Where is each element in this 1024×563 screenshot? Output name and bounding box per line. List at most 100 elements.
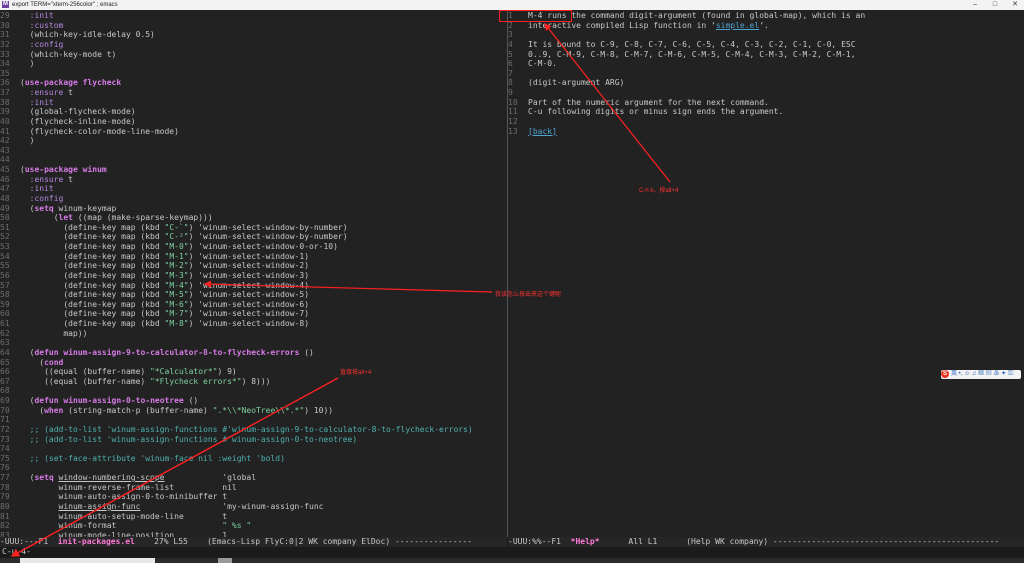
code-line[interactable]: 52 (define-key map (kbd "C-²") 'winum-se… (0, 232, 473, 242)
code-line[interactable]: 70 (when (string-match-p (buffer-name) "… (0, 406, 473, 416)
code-token: () (299, 347, 314, 357)
line-number: 13 (508, 126, 518, 136)
help-link[interactable]: simple.el (716, 21, 759, 30)
code-line[interactable]: 30 :custom (0, 21, 473, 31)
editor-pane-left[interactable]: 29 :init 30 :custom 31 (which-key-idle-del… (0, 10, 507, 537)
help-line[interactable]: 13 [back] (508, 127, 865, 137)
code-token: "M-7" (164, 309, 189, 319)
code-line[interactable]: 40 (flycheck-inline-mode) (0, 117, 473, 127)
help-line[interactable]: 6 C-M-0. (508, 59, 865, 69)
code-token: winum-keymap (53, 203, 117, 213)
maximize-button[interactable]: □ (988, 0, 1002, 10)
code-line[interactable]: 39 (global-flycheck-mode) (0, 107, 473, 117)
help-lines[interactable]: 1 M-4 runs the command digit-argument (fo… (508, 11, 865, 136)
code-line[interactable]: 51 (define-key map (kbd "C-`") 'winum-se… (0, 223, 473, 233)
code-line[interactable]: 29 :init (0, 11, 473, 21)
code-line[interactable]: 76 (0, 463, 473, 473)
line-number: 82 (0, 521, 10, 531)
code-line[interactable]: 33 (which-key-mode t) (0, 50, 473, 60)
code-line[interactable]: 60 (define-key map (kbd "M-7") 'winum-se… (0, 309, 473, 319)
code-token: ) (20, 136, 35, 146)
help-link[interactable]: [back] (528, 127, 557, 136)
code-token: ( (20, 347, 35, 357)
code-line[interactable]: 65 (cond (0, 358, 473, 368)
code-line[interactable]: 47 :init (0, 184, 473, 194)
line-number: 61 (0, 319, 10, 328)
code-line[interactable]: 53 (define-key map (kbd "M-0") 'winum-se… (0, 242, 473, 252)
help-line[interactable]: 12 (508, 117, 865, 127)
code-line[interactable]: 74 (0, 444, 473, 454)
code-line[interactable]: 71 (0, 415, 473, 425)
code-line[interactable]: 61 (define-key map (kbd "M-8") 'winum-se… (0, 319, 473, 329)
code-line[interactable]: 68 (0, 386, 473, 396)
line-number: 74 (0, 444, 10, 454)
help-line[interactable]: 8 (digit-argument ARG) (508, 78, 865, 88)
code-line[interactable]: 77 (setq window-numbering-scope 'global (0, 473, 473, 483)
help-line[interactable]: 10 Part of the numeric argument for the n… (508, 98, 865, 108)
code-line[interactable]: 63 (0, 338, 473, 348)
code-line[interactable]: 64 (defun winum-assign-9-to-calculator-8… (0, 348, 473, 358)
line-number: 35 (0, 68, 10, 78)
code-token: ) 'winum-select-window-by-number) (188, 222, 348, 232)
line-number: 60 (0, 309, 10, 319)
code-line[interactable]: 81 winum-auto-setup-mode-line t (0, 512, 473, 522)
code-line[interactable]: 34 ) (0, 59, 473, 69)
code-line[interactable]: 73 ;; (add-to-list 'winum-assign-functio… (0, 435, 473, 445)
line-number: 50 (0, 213, 10, 223)
code-line[interactable]: 43 (0, 146, 473, 156)
code-line[interactable]: 54 (define-key map (kbd "M-1") 'winum-se… (0, 252, 473, 262)
code-line[interactable]: 80 winum-assign-func 'my-winum-assign-fu… (0, 502, 473, 512)
code-line[interactable]: 56 (define-key map (kbd "M-3") 'winum-se… (0, 271, 473, 281)
line-number: 77 (0, 473, 10, 482)
code-line[interactable]: 50 (let ((map (make-sparse-keymap))) (0, 213, 473, 223)
code-line[interactable]: 37 :ensure t (0, 88, 473, 98)
help-line[interactable]: 5 0..9, C-M-9, C-M-8, C-M-7, C-M-6, C-M-5… (508, 50, 865, 60)
code-line[interactable]: 59 (define-key map (kbd "M-6") 'winum-se… (0, 300, 473, 310)
code-line[interactable]: 36 (use-package flycheck (0, 78, 473, 88)
close-button[interactable]: ✕ (1008, 0, 1022, 10)
ime-logo-icon[interactable]: S (941, 370, 949, 378)
code-line[interactable]: 79 winum-auto-assign-0-to-minibuffer t (0, 492, 473, 502)
help-line[interactable]: 3 (508, 30, 865, 40)
code-line[interactable]: 38 :init (0, 98, 473, 108)
taskbar-segment (20, 558, 155, 563)
help-line[interactable]: 4 It is bound to C-9, C-8, C-7, C-6, C-5,… (508, 40, 865, 50)
code-line[interactable]: 48 :config (0, 194, 473, 204)
code-token: "M-6" (164, 299, 189, 309)
ime-toolbar[interactable]: S英 •, ☺ ♫ ▦ ▤ ♨ ✦ ▥ (941, 370, 1021, 379)
line-number: 33 (0, 49, 10, 59)
ime-toolbar-label[interactable]: 英 •, ☺ ♫ ▦ ▤ ♨ ✦ ▥ (951, 371, 1014, 377)
code-line[interactable]: 42 ) (0, 136, 473, 146)
code-line[interactable]: 35 (0, 69, 473, 79)
code-line[interactable]: 78 winum-reverse-frame-list nil (0, 483, 473, 493)
annotation-middle: 我该怎么按出来这个键呢 (495, 292, 562, 298)
modeline-left-buffer: init-packages.el (57, 537, 135, 546)
code-line[interactable]: 31 (which-key-idle-delay 0.5) (0, 30, 473, 40)
code-line[interactable]: 75 ;; (set-face-attribute 'winum-face ni… (0, 454, 473, 464)
code-line[interactable]: 66 ((equal (buffer-name) "*Calculator*")… (0, 367, 473, 377)
code-line[interactable]: 44 (0, 155, 473, 165)
code-line[interactable]: 55 (define-key map (kbd "M-2") 'winum-se… (0, 261, 473, 271)
code-line[interactable]: 67 ((equal (buffer-name) "*Flycheck erro… (0, 377, 473, 387)
help-pane-right[interactable]: 1 M-4 runs the command digit-argument (fo… (508, 10, 1024, 537)
code-line[interactable]: 45 (use-package winum (0, 165, 473, 175)
help-line[interactable]: 2 interactive compiled Lisp function in ‘… (508, 21, 865, 31)
help-line[interactable]: 7 (508, 69, 865, 79)
code-line[interactable]: 57 (define-key map (kbd "M-4") 'winum-se… (0, 281, 473, 291)
code-line[interactable]: 49 (setq winum-keymap (0, 204, 473, 214)
code-line[interactable]: 69 (defun winum-assign-0-to-neotree () (0, 396, 473, 406)
code-token: t (63, 88, 73, 97)
help-line[interactable]: 9 (508, 88, 865, 98)
code-line[interactable]: 46 :ensure t (0, 175, 473, 185)
help-line[interactable]: 11 C-u following digits or minus sign end… (508, 107, 865, 117)
code-line[interactable]: 41 (flycheck-color-mode-line-mode) (0, 127, 473, 137)
code-lines[interactable]: 29 :init 30 :custom 31 (which-key-idle-del… (0, 11, 473, 537)
code-line[interactable]: 58 (define-key map (kbd "M-5") 'winum-se… (0, 290, 473, 300)
code-line[interactable]: 62 map)) (0, 329, 473, 339)
code-line[interactable]: 32 :config (0, 40, 473, 50)
code-line[interactable]: 82 winum-format " %s " (0, 521, 473, 531)
minimize-button[interactable]: – (968, 0, 982, 10)
code-token: M-4 runs the command digit-argument (fou… (528, 11, 866, 20)
code-token: :init (20, 97, 54, 107)
code-line[interactable]: 72 ;; (add-to-list 'winum-assign-functio… (0, 425, 473, 435)
